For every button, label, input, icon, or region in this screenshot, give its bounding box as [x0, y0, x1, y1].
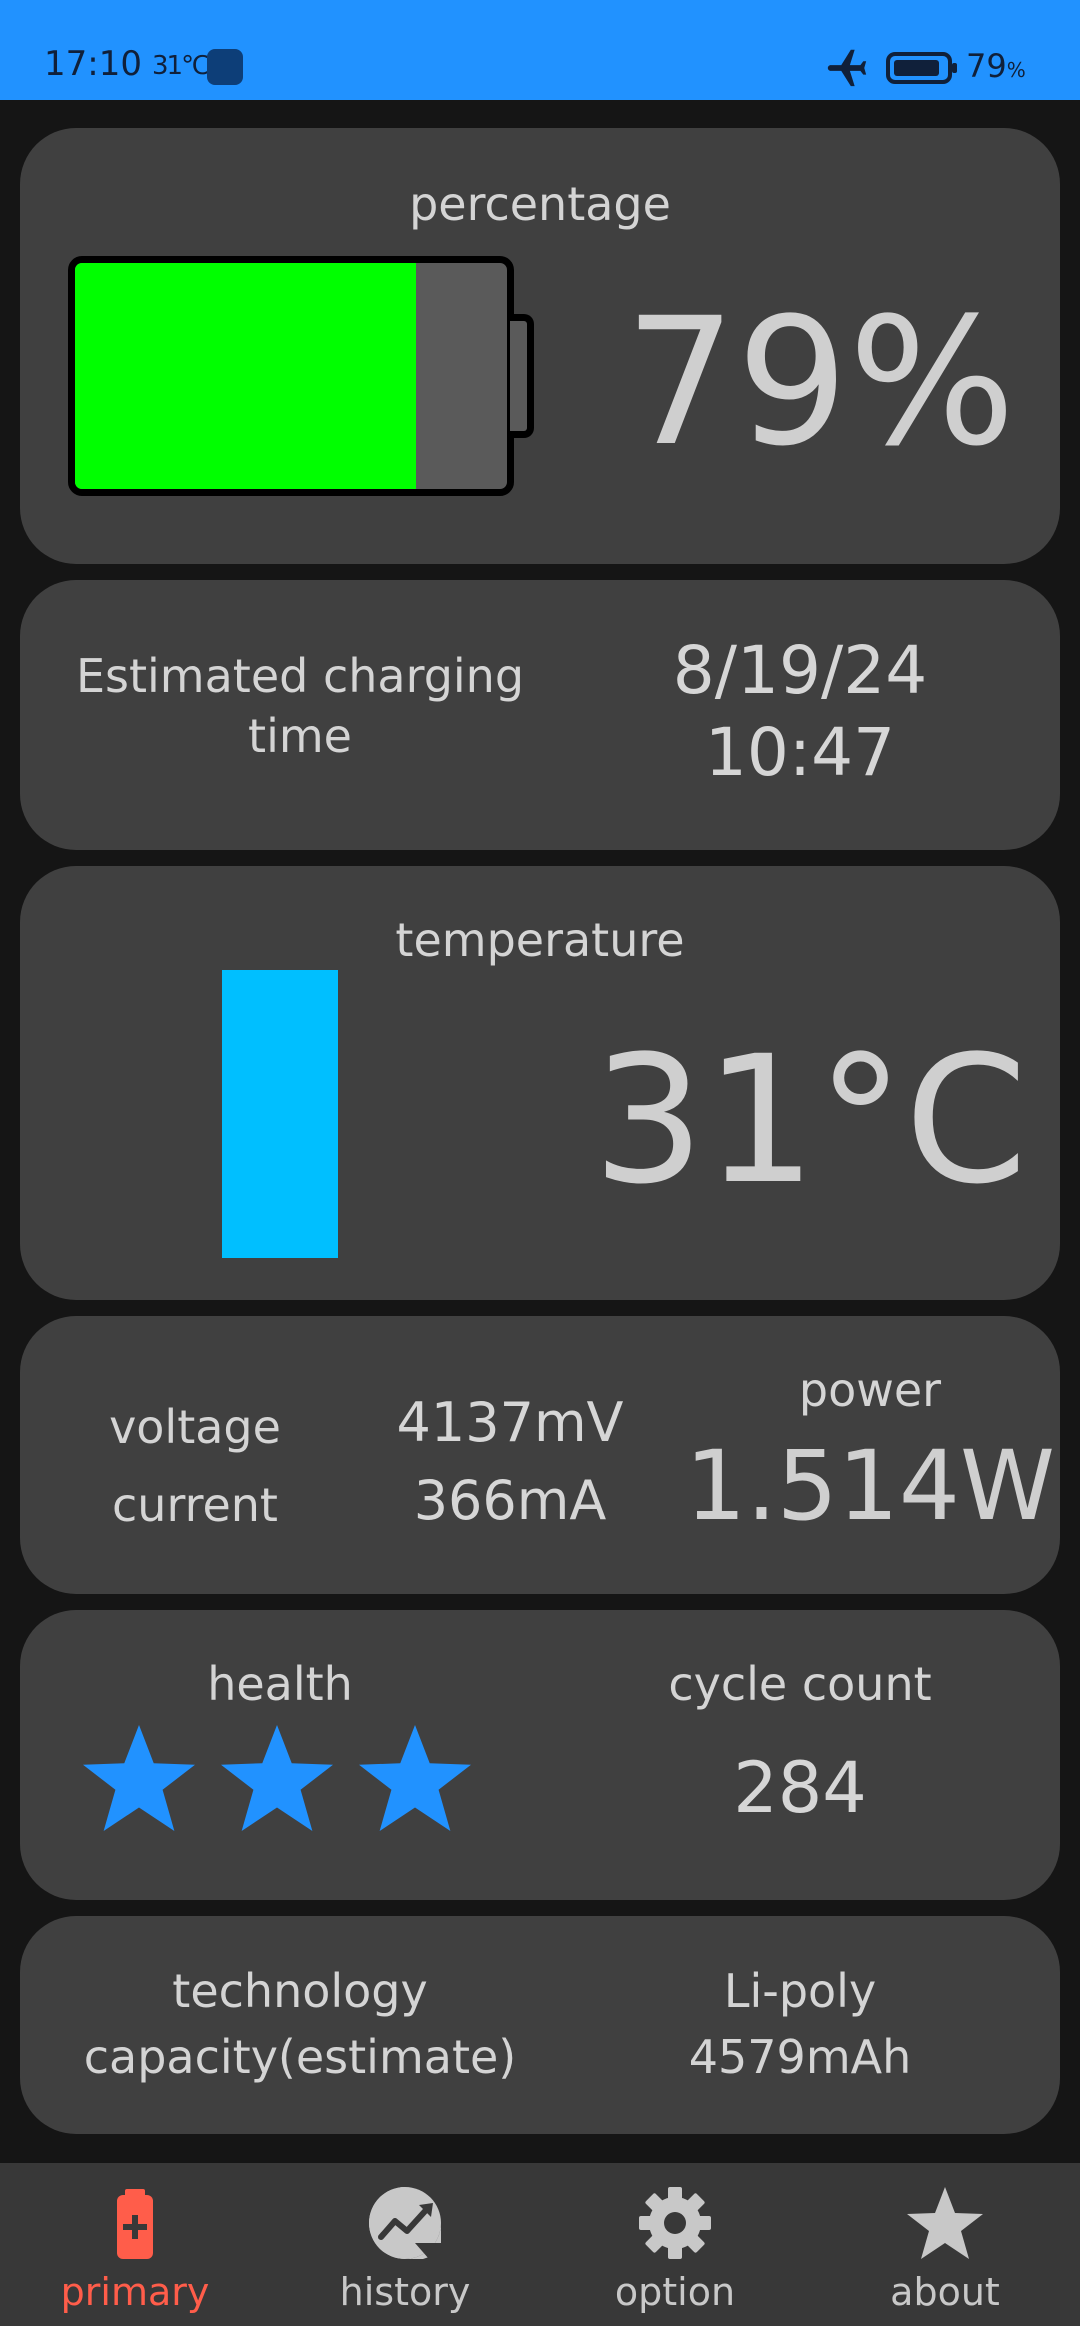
voltage-label: voltage — [109, 1400, 281, 1454]
history-chart-icon — [369, 2187, 441, 2259]
battery-plus-icon — [117, 2189, 153, 2259]
power-value: 1.514W — [685, 1430, 1055, 1542]
gear-icon — [639, 2187, 711, 2259]
capacity-value: 4579mAh — [688, 2030, 912, 2084]
charging-time-label: Estimated charging time — [75, 649, 525, 763]
status-temperature: 31℃ — [152, 51, 210, 81]
temperature-card: temperature 31°C — [20, 866, 1060, 1300]
nav-item-about[interactable]: about — [810, 2163, 1080, 2326]
star-icon — [907, 2187, 983, 2259]
power-label: power — [798, 1363, 942, 1417]
battery-gauge-fill — [75, 263, 417, 489]
health-star-icon — [83, 1724, 195, 1832]
status-time: 17:10 — [44, 44, 142, 84]
capacity-label: capacity(estimate) — [83, 2030, 517, 2084]
technology-labels: technology capacity(estimate) — [50, 1958, 550, 2090]
status-battery-percent: 79% — [966, 47, 1026, 85]
temperature-bar — [222, 970, 338, 1258]
current-value: 366mA — [413, 1469, 607, 1532]
charging-time-value: 8/19/24 10:47 — [672, 632, 928, 791]
health-stars — [80, 1722, 474, 1834]
electrical-values: 4137mV 366mA — [350, 1384, 670, 1540]
temperature-bar-fill — [222, 970, 338, 1258]
voltage-value: 4137mV — [396, 1391, 624, 1454]
technology-card: technology capacity(estimate) Li-poly 45… — [20, 1916, 1060, 2134]
health-star-icon — [359, 1724, 471, 1832]
technology-value: Li-poly — [723, 1964, 877, 2018]
bottom-navigation: primary history option about — [0, 2163, 1080, 2326]
health-card: health cycle count 284 — [20, 1610, 1060, 1900]
cycle-count-value: 284 — [733, 1747, 867, 1829]
status-bar: 17:10 31℃ 79% — [0, 0, 1080, 100]
nav-label-primary: primary — [60, 2270, 210, 2314]
nav-label-about: about — [890, 2270, 1000, 2314]
nav-label-option: option — [614, 2270, 736, 2314]
electrical-labels: voltage current — [50, 1388, 340, 1544]
electrical-card: voltage current 4137mV 366mA power 1.514… — [20, 1316, 1060, 1594]
percentage-title: percentage — [409, 177, 671, 231]
technology-values: Li-poly 4579mAh — [580, 1958, 1020, 2090]
percentage-value: 79% — [624, 280, 1016, 485]
percentage-card: percentage 79% — [20, 128, 1060, 564]
current-label: current — [112, 1478, 278, 1532]
nav-item-primary[interactable]: primary — [0, 2163, 270, 2326]
temperature-value: 31°C — [592, 1018, 1028, 1223]
app-notification-icon — [207, 49, 243, 85]
temperature-title: temperature — [395, 913, 685, 967]
health-star-icon — [221, 1724, 333, 1832]
nav-item-option[interactable]: option — [540, 2163, 810, 2326]
nav-label-history: history — [339, 2270, 471, 2314]
airplane-mode-icon — [827, 49, 867, 87]
cycle-count-label: cycle count — [668, 1657, 932, 1711]
technology-label: technology — [172, 1964, 428, 2018]
battery-gauge — [68, 256, 514, 496]
battery-gauge-tip — [510, 314, 534, 438]
nav-item-history[interactable]: history — [270, 2163, 540, 2326]
health-label: health — [207, 1657, 353, 1711]
charging-time-card: Estimated charging time 8/19/24 10:47 — [20, 580, 1060, 850]
status-battery-icon — [886, 52, 957, 84]
